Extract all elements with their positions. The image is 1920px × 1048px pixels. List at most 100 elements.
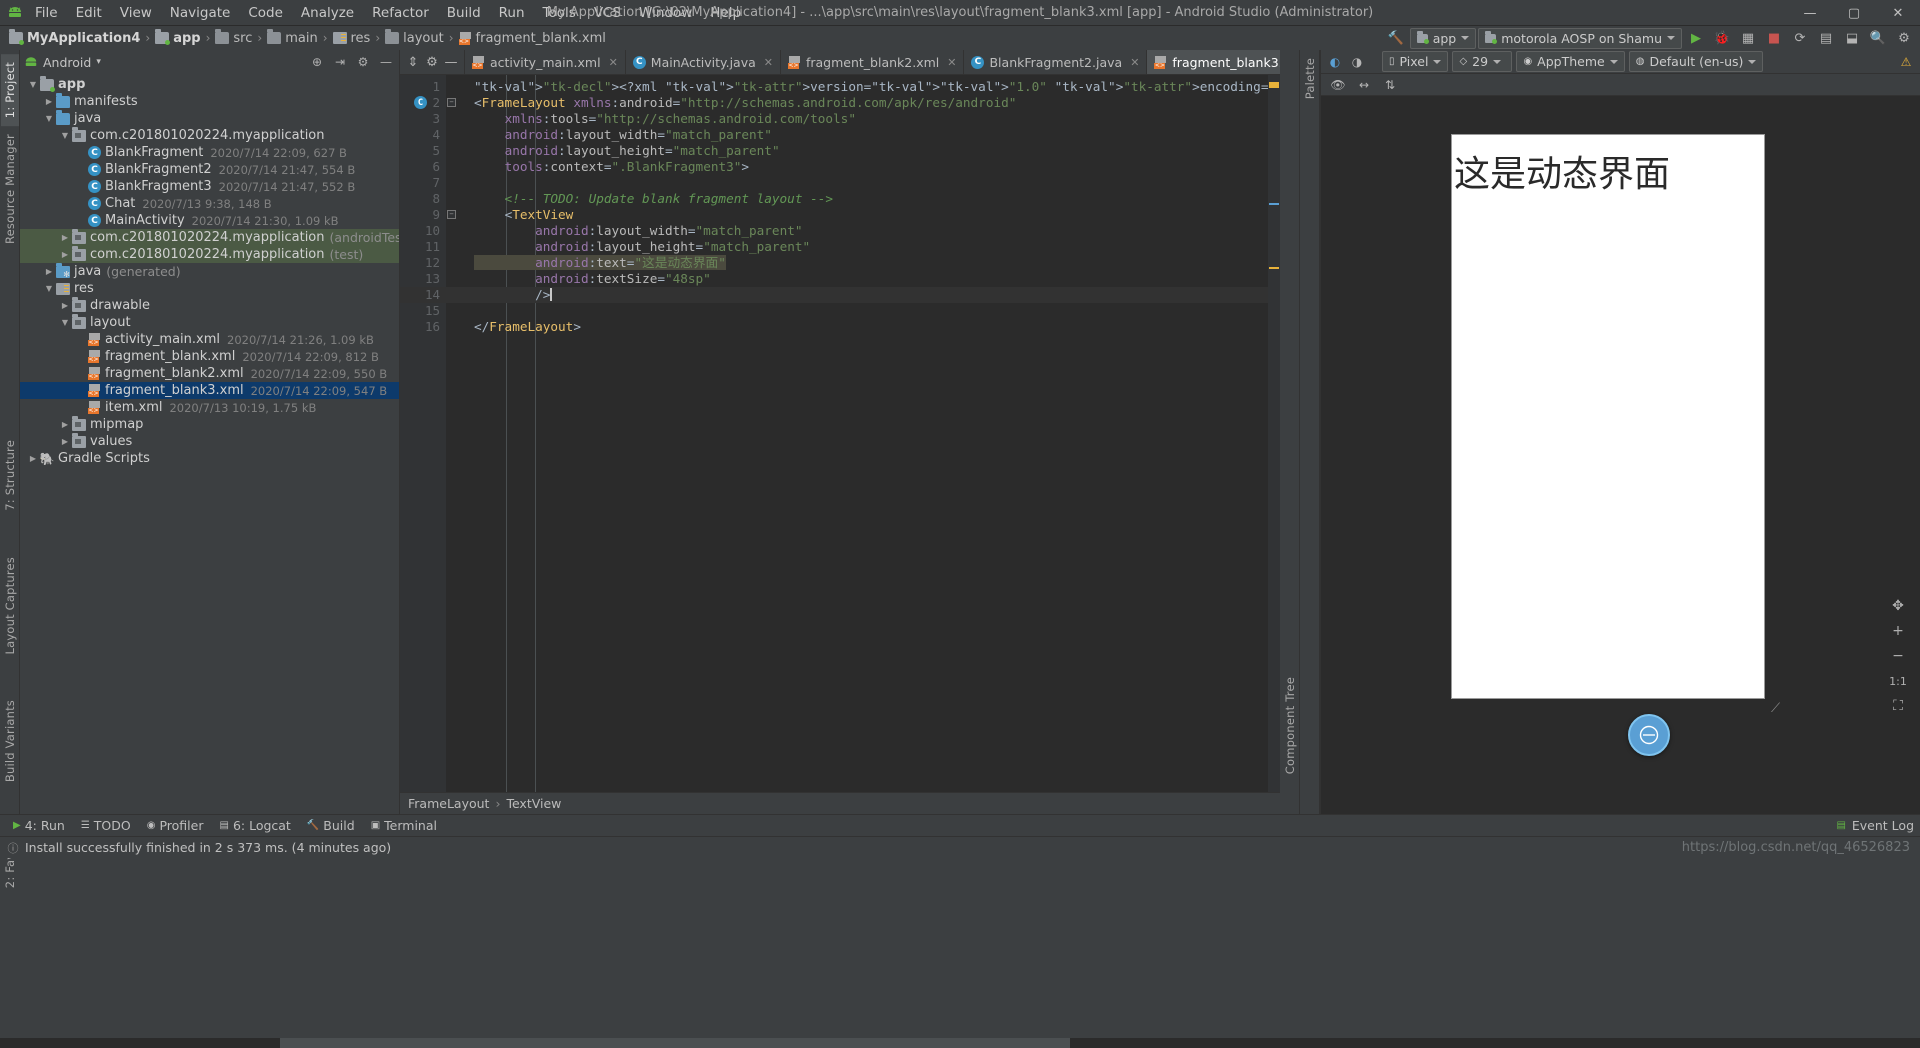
debug-icon[interactable]: 🐞 [1710, 27, 1734, 49]
tree-node[interactable]: C MainActivity 2020/7/14 21:30, 1.09 kB [20, 212, 399, 229]
pan-icon[interactable]: ✥ [1888, 596, 1908, 616]
bottom-item-profiler[interactable]: ◉ Profiler [140, 816, 211, 835]
menu-build[interactable]: Build [438, 2, 490, 24]
menu-run[interactable]: Run [490, 2, 534, 24]
bottom-item-run[interactable]: ▶ 4: Run [6, 816, 72, 835]
code-line[interactable]: tools:context=".BlankFragment3"> [446, 159, 1280, 175]
code-line[interactable]: <FrameLayout xmlns:android="http://schem… [446, 95, 1280, 111]
tree-node[interactable]: ▶ drawable [20, 296, 399, 314]
zoom-out-button[interactable]: − [1888, 646, 1908, 666]
search-icon[interactable]: 🔍 [1866, 27, 1890, 49]
tree-node[interactable]: <> fragment_blank3.xml 2020/7/14 22:09, 54… [20, 382, 399, 399]
tree-node[interactable]: <> fragment_blank2.xml 2020/7/14 22:09, 55… [20, 365, 399, 382]
tree-node[interactable]: ▼ app [20, 75, 399, 93]
editor-tab[interactable]: <> activity_main.xml ✕ [465, 50, 626, 74]
zoom-level-label[interactable]: 1:1 [1886, 671, 1910, 691]
tree-node[interactable]: ▶ values [20, 432, 399, 450]
close-icon[interactable]: ✕ [764, 56, 773, 69]
tree-node[interactable]: <> item.xml 2020/7/13 10:19, 1.75 kB [20, 399, 399, 416]
close-icon[interactable]: ✕ [1130, 56, 1139, 69]
editor-tab[interactable]: C MainActivity.java ✕ [626, 50, 781, 74]
gear-icon[interactable]: ⚙ [354, 53, 372, 71]
tree-node[interactable]: ▼ layout [20, 313, 399, 331]
warning-icon[interactable]: ⚠ [1897, 53, 1915, 71]
rail-item-component-tree[interactable]: Component Tree [1283, 677, 1297, 774]
event-log-button[interactable]: ▤ Event Log [1836, 818, 1914, 833]
menu-file[interactable]: File [26, 2, 67, 24]
bottom-item-todo[interactable]: ☰ TODO [74, 816, 138, 835]
code-line[interactable]: <TextView [446, 207, 1280, 223]
tree-node[interactable]: ▶ 🐘 Gradle Scripts [20, 450, 399, 467]
editor-tab[interactable]: <> fragment_blank2.xml ✕ [781, 50, 965, 74]
avd-manager-icon[interactable]: ▤ [1814, 27, 1838, 49]
chevron-right-icon[interactable]: ▶ [58, 250, 72, 259]
chevron-down-icon[interactable]: ▼ [26, 80, 40, 89]
breadcrumb-item-src[interactable]: src [212, 29, 255, 46]
rail-item-resource-manager[interactable]: Resource Manager [1, 126, 19, 252]
close-icon[interactable]: ✕ [609, 56, 618, 69]
gear-icon[interactable]: ⚙ [1892, 27, 1916, 49]
chevron-down-icon[interactable]: ▼ [42, 284, 56, 293]
device-preview-frame[interactable]: 这是动态界面 [1451, 134, 1765, 699]
chevron-right-icon[interactable]: ▶ [58, 301, 72, 310]
code-line[interactable]: "tk-val">"tk-decl"><?xml "tk-val">"tk-at… [446, 79, 1280, 95]
code-line[interactable]: android:textSize="48sp" [446, 271, 1280, 287]
breadcrumb-item-project[interactable]: MyApplication4 [6, 29, 143, 46]
resize-handle[interactable]: ⟋ [1771, 701, 1785, 716]
rail-item-build-variants[interactable]: Build Variants [1, 692, 19, 790]
editor-tab[interactable]: <>fragment_blank3.xml✕ [1147, 50, 1280, 74]
code-line[interactable]: xmlns:tools="http://schemas.android.com/… [446, 111, 1280, 127]
run-configuration-selector[interactable]: app [1409, 27, 1477, 49]
project-tree[interactable]: ▼ app ▶ manifests ▼ java ▼ com.c201801020224.my… [20, 74, 399, 814]
tree-node[interactable]: C BlankFragment3 2020/7/14 21:47, 552 B [20, 178, 399, 195]
device-combo[interactable]: ▯ Pixel [1382, 51, 1449, 72]
tree-node[interactable]: ▼ res [20, 280, 399, 297]
code-line[interactable]: <!-- TODO: Update blank fragment layout … [446, 191, 1280, 207]
rail-item-layout-captures[interactable]: Layout Captures [1, 549, 19, 662]
code-content[interactable]: "tk-val">"tk-decl"><?xml "tk-val">"tk-at… [446, 75, 1280, 792]
locate-icon[interactable]: ⊕ [308, 53, 326, 71]
code-line[interactable]: android:layout_width="match_parent" [446, 127, 1280, 143]
blueprint-mode-icon[interactable]: ◑ [1348, 53, 1366, 71]
align-icon[interactable]: ⇅ [1381, 76, 1399, 94]
chevron-right-icon[interactable]: ▶ [42, 267, 56, 276]
breadcrumb-item-main[interactable]: main [264, 29, 320, 46]
zoom-in-button[interactable]: + [1888, 621, 1908, 641]
code-line[interactable] [446, 175, 1280, 191]
tree-node[interactable]: <> fragment_blank.xml 2020/7/14 22:09, 812… [20, 348, 399, 365]
chevron-down-icon[interactable]: ▼ [42, 114, 56, 123]
tree-node[interactable]: ▶ mipmap [20, 415, 399, 433]
chevron-right-icon[interactable]: ▶ [26, 454, 40, 463]
locale-combo[interactable]: ◍ Default (en-us) [1628, 51, 1764, 72]
class-marker-icon[interactable]: C [414, 96, 427, 109]
tree-node[interactable]: ▼ com.c201801020224.myapplication [20, 126, 399, 144]
design-mode-icon[interactable]: ◐ [1326, 53, 1344, 71]
chevron-right-icon[interactable]: ▶ [58, 233, 72, 242]
collapse-all-icon[interactable]: ⇥ [331, 53, 349, 71]
tree-node[interactable]: ▼ java [20, 109, 399, 127]
code-line[interactable]: android:layout_height="match_parent" [446, 239, 1280, 255]
rail-item-project[interactable]: 1: Project [0, 54, 19, 127]
breadcrumb-item-file[interactable]: <> fragment_blank.xml [456, 31, 609, 46]
tree-node[interactable]: <> activity_main.xml 2020/7/14 21:26, 1.09… [20, 331, 399, 348]
collapse-icon[interactable]: ⇕ [404, 51, 422, 73]
zoom-fit-button[interactable]: ⛶ [1888, 696, 1908, 716]
arrow-icon[interactable]: ↔ [1355, 76, 1373, 94]
bottom-item-logcat[interactable]: ▤ 6: Logcat [212, 816, 297, 835]
stop-button[interactable]: ■ [1762, 27, 1786, 49]
tree-node[interactable]: C BlankFragment 2020/7/14 22:09, 627 B [20, 144, 399, 161]
bottom-item-build[interactable]: 🔨 Build [300, 816, 362, 835]
sdk-manager-icon[interactable]: ⬓ [1840, 27, 1864, 49]
menu-window[interactable]: Window [630, 2, 701, 24]
chevron-right-icon[interactable]: ▶ [42, 97, 56, 106]
breadcrumb-item-layout[interactable]: layout [382, 29, 447, 46]
gear-icon[interactable]: ⚙ [423, 51, 441, 73]
tree-node[interactable]: ▶ com.c201801020224.myapplication (test) [20, 245, 399, 263]
chevron-right-icon[interactable]: ▶ [58, 437, 72, 446]
chevron-down-icon[interactable]: ▼ [58, 131, 72, 140]
menu-help[interactable]: Help [701, 2, 750, 24]
code-line[interactable]: </FrameLayout> [446, 319, 1280, 335]
menu-analyze[interactable]: Analyze [292, 2, 363, 24]
code-editor[interactable]: 1 2 C −3 4 5 6 7 8 9−10 11 12 13 14 15 16 "tk-val">"tk-… [400, 75, 1280, 792]
component-tree-rail[interactable]: Component Tree [1280, 50, 1300, 814]
